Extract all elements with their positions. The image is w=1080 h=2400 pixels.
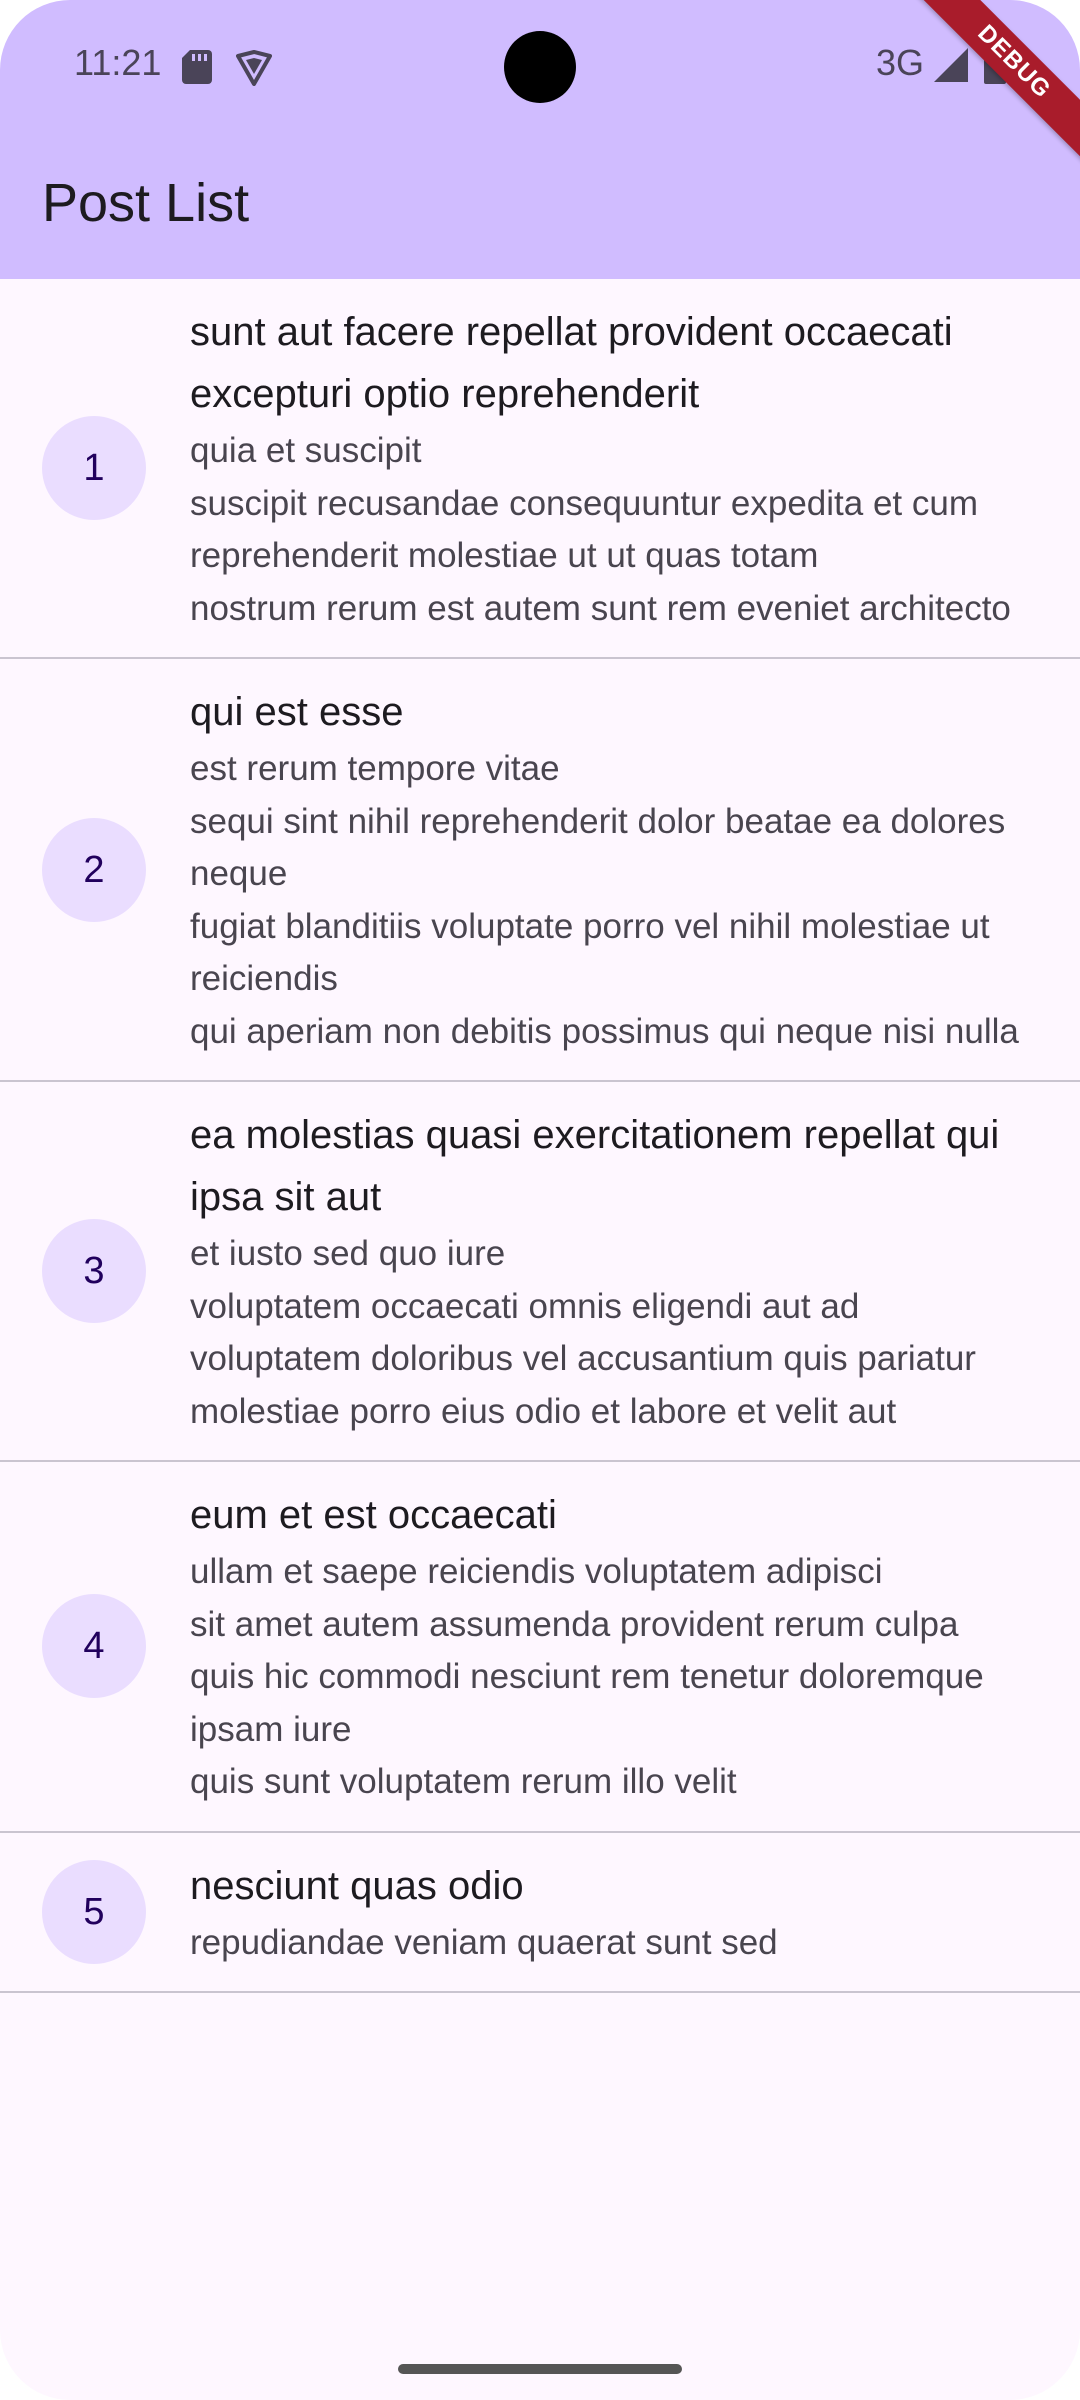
list-item[interactable]: 2 qui est esse est rerum tempore vitae s… [0,659,1080,1082]
post-title: sunt aut facere repellat provident occae… [190,310,953,416]
sd-card-icon [182,50,212,84]
post-body: est rerum tempore vitae sequi sint nihil… [190,749,1019,1051]
signal-icon [934,48,968,82]
post-list[interactable]: 1 sunt aut facere repellat provident occ… [0,279,1080,2400]
list-item[interactable]: 4 eum et est occaecati ullam et saepe re… [0,1462,1080,1833]
status-bar: 11:21 3G [0,0,1080,130]
post-number-avatar: 4 [42,1594,146,1699]
camera-cutout [504,31,576,103]
post-number-avatar: 3 [42,1219,146,1323]
post-body: repudiandae veniam quaerat sunt sed [190,1922,778,1962]
post-title: ea molestias quasi exercitationem repell… [190,1113,1000,1219]
post-number-avatar: 5 [42,1859,146,1964]
post-number-avatar: 2 [42,817,146,922]
gesture-navigation-bar[interactable] [398,2364,682,2374]
app-bar: 11:21 3G Post List [0,0,1080,279]
post-title: eum et est occaecati [190,1493,557,1537]
list-item[interactable]: 1 sunt aut facere repellat provident occ… [0,279,1080,659]
phone-screen: 11:21 3G Post List DEBUG 1 sunt aut face… [0,0,1080,2400]
post-title: nesciunt quas odio [190,1863,524,1908]
list-item[interactable]: 3 ea molestias quasi exercitationem repe… [0,1082,1080,1462]
post-body: ullam et saepe reiciendis voluptatem adi… [190,1552,984,1801]
list-item[interactable]: 5 nesciunt quas odio repudiandae veniam … [0,1833,1080,1993]
post-title: qui est esse [190,690,404,734]
vpn-shield-icon [236,50,272,86]
status-time: 11:21 [74,42,162,83]
network-type: 3G [876,42,925,83]
post-body: quia et suscipit suscipit recusandae con… [190,431,1011,628]
post-body: et iusto sed quo iure voluptatem occaeca… [190,1234,976,1431]
page-title: Post List [42,173,250,233]
post-number-avatar: 1 [42,416,146,520]
